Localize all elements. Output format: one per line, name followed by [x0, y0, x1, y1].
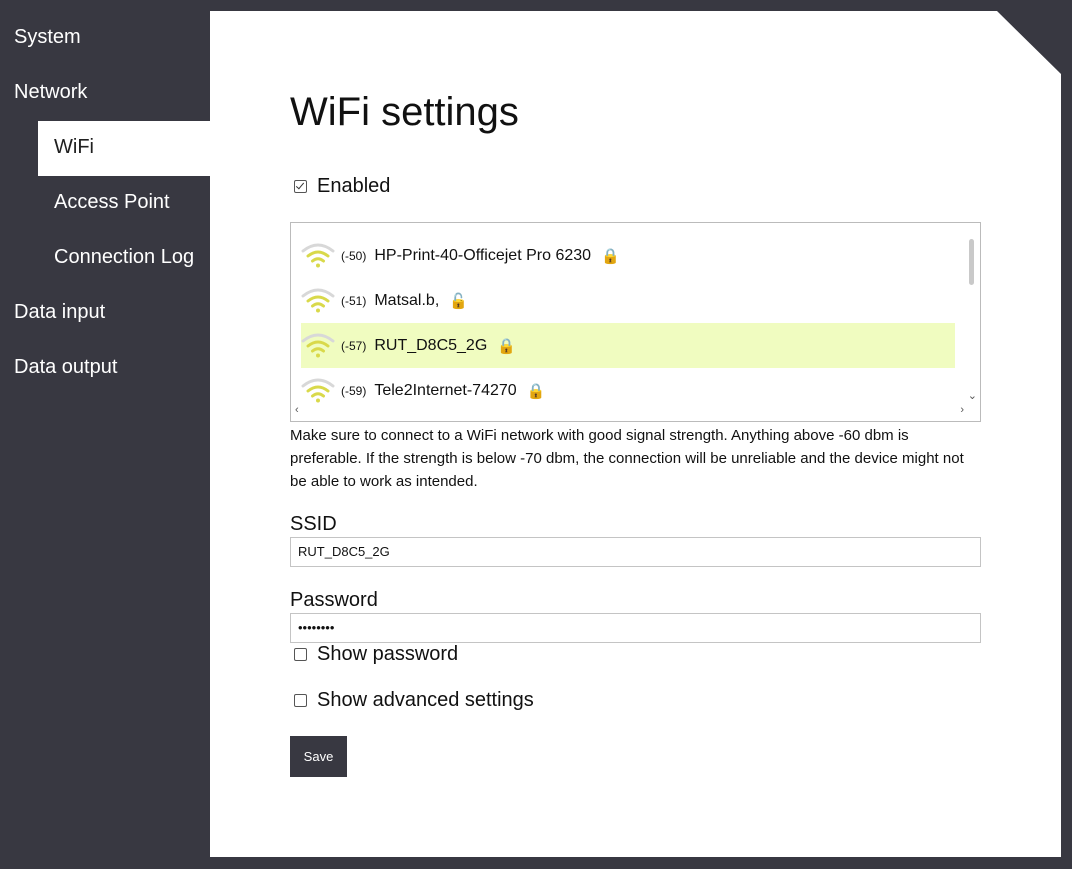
network-ssid: Tele2Internet-74270	[374, 381, 517, 399]
signal-help-text: Make sure to connect to a WiFi network w…	[290, 427, 964, 490]
lock-icon: 🔒	[526, 382, 546, 400]
vertical-scrollbar[interactable]	[963, 223, 980, 405]
signal-strength: (-50)	[341, 248, 367, 263]
password-input[interactable]: ••••••••	[290, 613, 981, 643]
network-item[interactable]: (-59) Tele2Internet-74270 🔒	[301, 368, 955, 413]
save-button[interactable]: Save	[290, 736, 347, 777]
show-advanced-row[interactable]: Show advanced settings	[290, 689, 534, 712]
lock-icon: 🔒	[497, 337, 516, 355]
unlock-icon: 🔓	[449, 292, 468, 310]
lock-icon: 🔒	[601, 247, 620, 265]
content-panel: WiFi settings Enabled (-50) HP-Print-40-…	[210, 11, 1061, 857]
signal-strength: (-59)	[341, 383, 367, 398]
network-ssid: HP-Print-40-Officejet Pro 6230	[374, 246, 592, 264]
network-item[interactable]: (-51) Matsal.b, 🔓	[301, 278, 955, 323]
chevron-down-icon[interactable]: ⌄	[968, 389, 977, 402]
signal-strength: (-57)	[341, 338, 367, 353]
wifi-signal-icon	[301, 288, 335, 312]
show-password-checkbox[interactable]	[294, 648, 307, 661]
sidebar-item-access-point[interactable]: Access Point	[0, 176, 210, 231]
network-item[interactable]: (-50) HP-Print-40-Officejet Pro 6230 🔒	[301, 233, 955, 278]
password-label: Password	[290, 589, 378, 611]
ssid-input[interactable]: RUT_D8C5_2G	[290, 537, 981, 567]
enabled-label: Enabled	[317, 175, 391, 197]
network-ssid: RUT_D8C5_2G	[374, 336, 488, 354]
ssid-label: SSID	[290, 513, 337, 535]
sidebar-item-network[interactable]: Network	[0, 66, 210, 121]
network-ssid: Matsal.b,	[374, 291, 440, 309]
network-item-selected[interactable]: (-57) RUT_D8C5_2G 🔒	[301, 323, 955, 368]
show-password-row[interactable]: Show password	[290, 643, 458, 666]
sidebar-nav: System Network WiFi Access Point Connect…	[0, 11, 210, 396]
show-password-label: Show password	[317, 643, 459, 665]
enabled-checkbox[interactable]	[294, 180, 307, 193]
chevron-right-icon[interactable]: ›	[960, 404, 964, 416]
wifi-signal-icon	[301, 378, 335, 402]
chevron-left-icon[interactable]: ‹	[295, 404, 299, 416]
wifi-signal-icon	[301, 333, 335, 357]
network-list[interactable]: (-50) HP-Print-40-Officejet Pro 6230 🔒 (…	[290, 222, 981, 422]
scrollbar-thumb[interactable]	[969, 239, 974, 285]
sidebar-item-connection-log[interactable]: Connection Log	[0, 231, 210, 286]
page-title: WiFi settings	[290, 90, 519, 134]
sidebar-item-data-output[interactable]: Data output	[0, 341, 210, 396]
sidebar-item-data-input[interactable]: Data input	[0, 286, 210, 341]
show-advanced-checkbox[interactable]	[294, 694, 307, 707]
sidebar-item-wifi[interactable]: WiFi	[38, 121, 210, 176]
sidebar-item-system[interactable]: System	[0, 11, 210, 66]
show-advanced-label: Show advanced settings	[317, 689, 534, 711]
signal-strength: (-51)	[341, 293, 367, 308]
enabled-checkbox-row[interactable]: Enabled	[290, 175, 390, 198]
wifi-signal-icon	[301, 243, 335, 267]
